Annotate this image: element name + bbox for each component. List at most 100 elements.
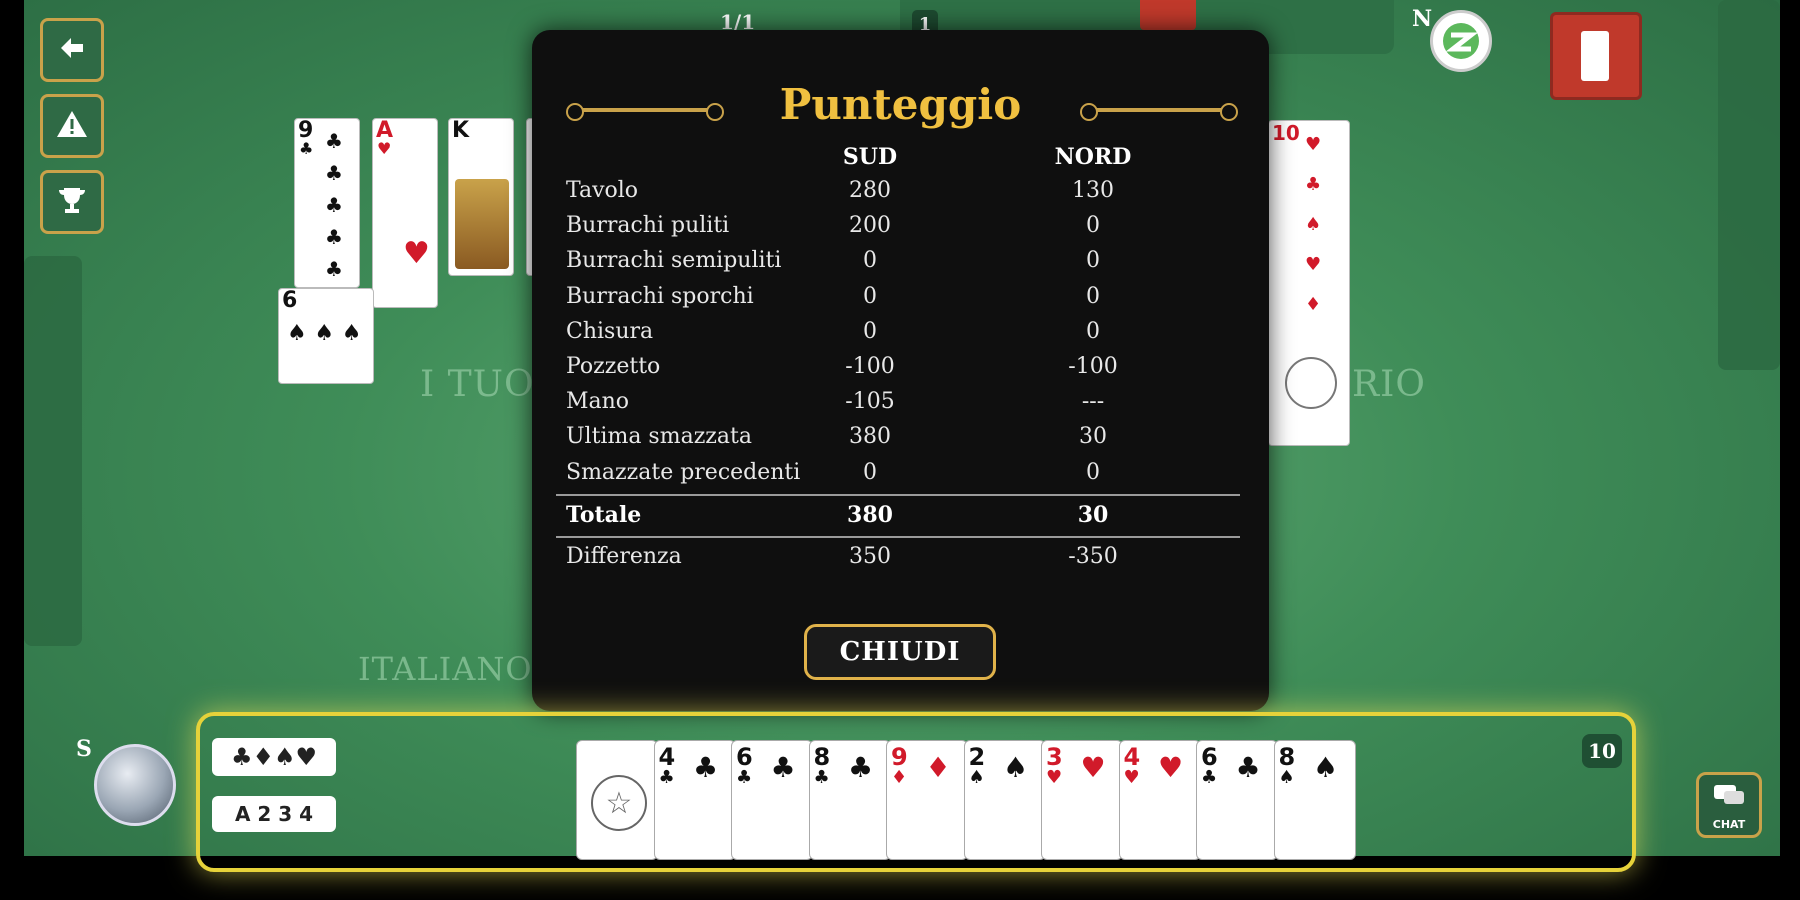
- card-pips: ♠: [1002, 751, 1029, 784]
- trophy-button[interactable]: [40, 170, 104, 234]
- hand-card[interactable]: 6 ♣ ♣: [1196, 740, 1278, 860]
- close-button[interactable]: CHIUDI: [804, 624, 996, 680]
- score-row-sud: -105: [845, 389, 895, 415]
- score-row-label: Burrachi sporchi: [566, 283, 754, 309]
- score-row: Burrachi semipuliti 0 0: [562, 248, 1242, 282]
- total-sud: 380: [847, 502, 893, 528]
- hand-card-joker[interactable]: ☆: [576, 740, 658, 860]
- card-suit: ♣: [813, 767, 830, 788]
- score-row-sud: 280: [849, 178, 891, 203]
- meld-card[interactable]: A ♥ ♥: [372, 118, 438, 308]
- player-avatar[interactable]: [94, 744, 176, 826]
- score-row-sud: 380: [849, 424, 891, 450]
- score-row-label: Chisura: [566, 318, 654, 344]
- score-row: Smazzate precedenti 0 0: [562, 460, 1242, 494]
- left-meld-label: I TUO: [420, 364, 535, 405]
- card-suit: ♣: [1201, 767, 1218, 788]
- total-separator-bottom: [556, 536, 1240, 538]
- card-suit: ♠: [1278, 767, 1295, 788]
- card-pips: ♣: [1235, 751, 1261, 784]
- card-suit: ♦: [891, 767, 908, 788]
- game-logo-icon[interactable]: [1430, 10, 1492, 72]
- card-suit: ♥: [1123, 767, 1140, 788]
- hand-card[interactable]: 2 ♠ ♠: [963, 740, 1046, 860]
- score-row-nord: 0: [1086, 248, 1100, 274]
- meld-card[interactable]: 10 ♥ ♣ ♠ ♥ ♦: [1268, 120, 1350, 446]
- score-row: Chisura 0 0: [562, 319, 1242, 353]
- score-row-sud: 0: [863, 283, 877, 309]
- score-row: Mano -105 ---: [562, 389, 1242, 423]
- score-row: Pozzetto -100 -100: [562, 354, 1242, 388]
- card-suit: ♥: [1046, 767, 1063, 788]
- card-pips: ♥: [1157, 751, 1184, 784]
- back-arrow-icon: [57, 33, 87, 67]
- score-row-sud: 0: [863, 318, 877, 344]
- title-ornament-right: [1080, 103, 1238, 121]
- score-row-nord: 0: [1086, 318, 1100, 344]
- score-row-nord: 0: [1086, 213, 1100, 239]
- hand-card[interactable]: 4 ♣ ♣: [653, 740, 736, 860]
- sort-by-rank-button[interactable]: A 2 3 4: [212, 796, 336, 832]
- meld-card[interactable]: 6 ♠ ♠ ♠: [278, 288, 374, 384]
- score-row-nord: 130: [1072, 178, 1114, 203]
- left-border: [0, 0, 24, 900]
- score-row-sud: 0: [863, 459, 877, 485]
- score-row-label: Tavolo: [566, 178, 639, 203]
- score-row-nord: 30: [1079, 424, 1107, 450]
- hand-card[interactable]: 4 ♥ ♥: [1118, 740, 1201, 860]
- sort-by-suit-button[interactable]: ♣♦♠♥: [212, 738, 336, 776]
- card-pips: ♣: [692, 751, 719, 784]
- card-suit: ♣: [658, 767, 675, 788]
- card-pips: ♥: [1080, 751, 1106, 784]
- hand-card[interactable]: 8 ♣ ♣: [808, 740, 891, 860]
- col-head-sud: SUD: [842, 144, 898, 170]
- score-row-nord: 0: [1086, 459, 1100, 485]
- score-row-sud: -100: [845, 354, 895, 379]
- score-modal: Punteggio SUD NORD Tavolo 280 130 Burrachi …: [532, 30, 1269, 711]
- card-pips: ♦: [925, 751, 951, 784]
- right-border: [1780, 0, 1800, 900]
- card-pips: ♣: [847, 751, 874, 784]
- meld-card[interactable]: K: [448, 118, 514, 276]
- score-row-label: Ultima smazzata: [566, 424, 752, 450]
- card-pips: ♠: [1312, 751, 1339, 784]
- score-row: Ultima smazzata 380 30: [562, 424, 1242, 458]
- report-button[interactable]: [40, 94, 104, 158]
- score-row-label: Burrachi puliti: [566, 213, 730, 239]
- chat-icon: [1712, 783, 1746, 810]
- score-row-nord: 0: [1086, 283, 1100, 309]
- north-seat-letter: N: [1412, 6, 1433, 32]
- hand-card[interactable]: 3 ♥ ♥: [1041, 740, 1123, 860]
- modal-title: Punteggio: [779, 80, 1022, 129]
- score-row-nord: ---: [1081, 389, 1105, 415]
- score-row-label: Pozzetto: [566, 354, 661, 379]
- difference-label: Differenza: [566, 544, 682, 569]
- hand-card[interactable]: 9 ♦ ♦: [886, 740, 968, 860]
- total-separator-top: [556, 494, 1240, 496]
- score-row: Tavolo 280 130: [562, 178, 1242, 212]
- meld-card[interactable]: 9 ♣ ♣ ♣ ♣ ♣ ♣: [294, 118, 360, 288]
- difference-sud: 350: [849, 544, 891, 569]
- score-row-label: Burrachi semipuliti: [566, 248, 782, 274]
- total-label: Totale: [566, 502, 642, 528]
- hand-card[interactable]: 8 ♠ ♠: [1273, 740, 1356, 860]
- right-meld-label: RIO: [1352, 364, 1426, 405]
- card-suit: ♣: [736, 767, 753, 788]
- back-button[interactable]: [40, 18, 104, 82]
- score-row-label: Smazzate precedenti: [566, 459, 801, 485]
- east-panel: [1718, 0, 1780, 370]
- chat-button[interactable]: CHAT: [1696, 772, 1762, 838]
- draw-deck[interactable]: [1550, 12, 1642, 100]
- hand-card[interactable]: 6 ♣ ♣: [731, 740, 813, 860]
- difference-row: Differenza 350 -350: [562, 544, 1242, 578]
- bottom-table-label: ITALIANO: [358, 650, 533, 688]
- north-deck-mini: [1140, 0, 1196, 30]
- difference-nord: -350: [1068, 544, 1118, 569]
- trophy-icon: [56, 185, 88, 219]
- total-row: Totale 380 30: [562, 502, 1242, 536]
- south-seat-letter: S: [76, 736, 92, 762]
- score-row-sud: 0: [863, 248, 877, 274]
- chat-label: CHAT: [1712, 818, 1746, 831]
- score-row-label: Mano: [566, 389, 630, 415]
- score-row-nord: -100: [1068, 354, 1118, 379]
